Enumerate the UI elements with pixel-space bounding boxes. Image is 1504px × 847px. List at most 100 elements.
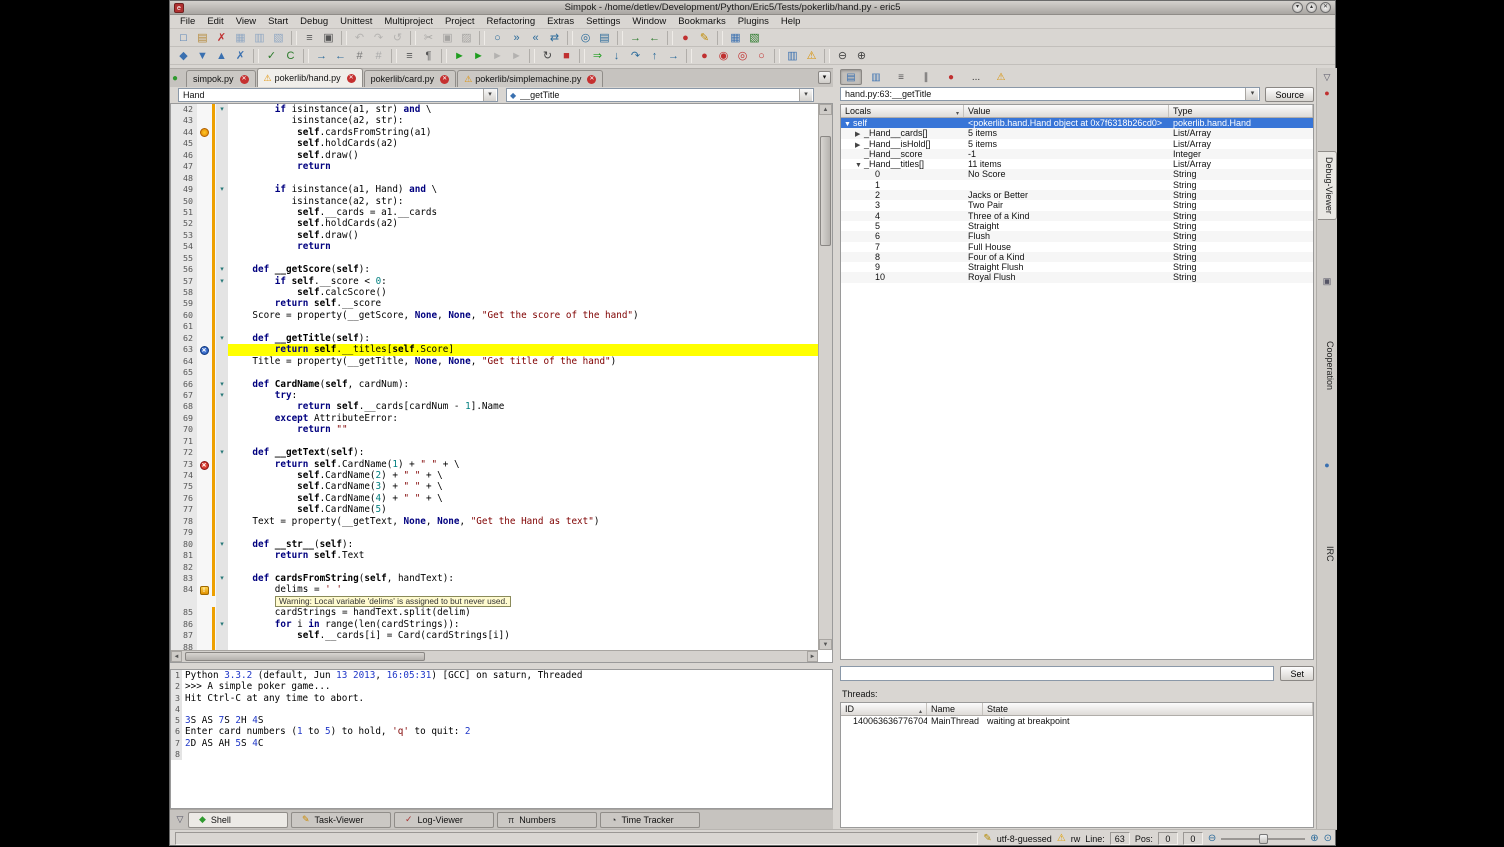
chevron-down-icon[interactable]: ▾ <box>799 89 812 101</box>
save-as-icon[interactable]: ▥ <box>251 30 268 46</box>
collapse-icon[interactable]: ▼ <box>855 161 864 169</box>
show-locals-icon[interactable]: ▥ <box>865 69 887 85</box>
run-to-cursor-icon[interactable]: → <box>665 48 682 64</box>
multiproject-icon[interactable]: ▦ <box>727 30 744 46</box>
locals-header-type[interactable]: Type <box>1169 105 1313 117</box>
filter-icon[interactable]: ▽ <box>1317 72 1337 83</box>
locals-row[interactable]: ▼_Hand__titles[]11 itemsList/Array <box>841 159 1313 169</box>
source-button[interactable]: Source <box>1265 87 1314 102</box>
vscroll-thumb[interactable] <box>820 136 831 246</box>
zoom-slider[interactable] <box>1221 833 1305 845</box>
scroll-up-icon[interactable]: ▲ <box>819 104 832 115</box>
fold-marker[interactable]: ▾ <box>216 276 228 287</box>
bottom-tab-log-viewer[interactable]: ✓Log-Viewer <box>394 812 494 828</box>
shell-panel[interactable]: 1Python 3.3.2 (default, Jun 13 2013, 16:… <box>170 669 833 809</box>
variables-filter-icon[interactable]: ▥ <box>784 48 801 64</box>
sidebar-tab-debug-viewer[interactable]: Debug-Viewer <box>1318 151 1337 220</box>
restart-icon[interactable]: ↻ <box>539 48 556 64</box>
lock-icon[interactable]: ▣ <box>1317 276 1337 287</box>
locals-row[interactable]: 5StraightString <box>841 221 1313 231</box>
fold-marker[interactable]: ▾ <box>216 447 228 458</box>
bottom-tab-shell[interactable]: ◆Shell <box>188 812 288 828</box>
expand-icon[interactable]: ▶ <box>855 141 864 149</box>
sidebar-tab-cooperation[interactable]: Cooperation <box>1318 336 1337 395</box>
fold-marker[interactable]: ▾ <box>216 539 228 550</box>
print-icon[interactable]: ≡ <box>301 30 318 46</box>
class-combo[interactable]: Hand ▾ <box>178 88 498 102</box>
quicksearch-icon[interactable]: ◎ <box>577 30 594 46</box>
threads-header-id[interactable]: ID▴ <box>841 703 927 715</box>
code-editor[interactable]: 42▾ if isinstance(a1, str) and \43 isins… <box>170 103 833 663</box>
fold-marker[interactable]: ▾ <box>216 379 228 390</box>
locals-row[interactable]: 3Two PairString <box>841 200 1313 210</box>
zoom-slider-thumb[interactable] <box>1259 834 1268 844</box>
locals-row[interactable]: 2Jacks or BetterString <box>841 190 1313 200</box>
menu-item-view[interactable]: View <box>230 16 262 27</box>
menu-item-plugins[interactable]: Plugins <box>732 16 775 27</box>
source-combo[interactable]: hand.py:63:__getTitle ▾ <box>840 87 1260 101</box>
breakpoint-prev-icon[interactable]: ◎ <box>734 48 751 64</box>
bookmark-prev-icon[interactable]: ▲ <box>213 48 230 64</box>
locals-row[interactable]: 6FlushString <box>841 231 1313 241</box>
scroll-left-icon[interactable]: ◄ <box>171 651 182 662</box>
member-combo[interactable]: ◆ __getTitle ▾ <box>506 88 814 102</box>
indent-icon[interactable]: → <box>313 48 330 64</box>
breakpoint-next-icon[interactable]: ◉ <box>715 48 732 64</box>
scroll-down-icon[interactable]: ▼ <box>819 639 832 650</box>
filter-icon[interactable]: ▽ <box>172 814 188 825</box>
bookmark-toggle-icon[interactable]: ◆ <box>175 48 192 64</box>
uncomment-icon[interactable]: # <box>370 48 387 64</box>
exceptions-icon[interactable]: ⚠ <box>990 69 1012 85</box>
project-icon[interactable]: ▧ <box>746 30 763 46</box>
report-bug-icon[interactable]: ● <box>677 30 694 46</box>
close-button[interactable]: ✕ <box>1320 2 1331 13</box>
open-icon[interactable]: ▤ <box>194 30 211 46</box>
sidebar-tab-irc[interactable]: IRC <box>1318 541 1337 567</box>
zoom-in-icon[interactable]: ⊕ <box>1310 833 1318 844</box>
search-files-icon[interactable]: ▤ <box>596 30 613 46</box>
breakpoint-clear-icon[interactable]: ○ <box>753 48 770 64</box>
locals-row[interactable]: ▶_Hand__isHold[]5 itemsList/Array <box>841 139 1313 149</box>
paste-icon[interactable]: ▨ <box>458 30 475 46</box>
titlebar[interactable]: e Simpok - /home/detlev/Development/Pyth… <box>170 1 1335 15</box>
locals-row[interactable]: ▶_Hand__cards[]5 itemsList/Array <box>841 128 1313 138</box>
chevron-down-icon[interactable]: ▾ <box>1245 88 1258 100</box>
zoom-in-icon[interactable]: ⊕ <box>853 48 870 64</box>
editor-hscrollbar[interactable]: ◄ ► <box>171 650 818 662</box>
locals-row[interactable]: 7Full HouseString <box>841 242 1313 252</box>
tab-pokerlib-simplemachine-py[interactable]: ⚠pokerlib/simplemachine.py✕ <box>457 70 603 87</box>
fold-marker[interactable]: ▾ <box>216 264 228 275</box>
undo-icon[interactable]: ↶ <box>351 30 368 46</box>
menu-item-settings[interactable]: Settings <box>580 16 626 27</box>
continue-icon[interactable]: ⇒ <box>589 48 606 64</box>
search-prev-icon[interactable]: « <box>527 30 544 46</box>
scroll-right-icon[interactable]: ► <box>807 651 818 662</box>
menu-item-start[interactable]: Start <box>262 16 294 27</box>
tab-pokerlib-card-py[interactable]: pokerlib/card.py✕ <box>364 70 457 87</box>
more-options-icon[interactable]: ... <box>965 69 987 85</box>
menu-item-debug[interactable]: Debug <box>294 16 334 27</box>
syntax-check-icon[interactable]: ✓ <box>263 48 280 64</box>
editor-vscrollbar[interactable]: ▲ ▼ <box>818 104 832 650</box>
run-script-icon[interactable]: ► <box>451 48 468 64</box>
locals-row[interactable]: _Hand__score-1Integer <box>841 149 1313 159</box>
exceptions-filter-icon[interactable]: ⚠ <box>803 48 820 64</box>
collapse-icon[interactable]: ▼ <box>844 120 853 128</box>
debug-project-icon[interactable]: ► <box>508 48 525 64</box>
run-project-icon[interactable]: ► <box>489 48 506 64</box>
unindent-icon[interactable]: ← <box>332 48 349 64</box>
breakpoint-toggle-icon[interactable]: ● <box>696 48 713 64</box>
debug-script-icon[interactable]: ► <box>470 48 487 64</box>
menu-item-extras[interactable]: Extras <box>541 16 580 27</box>
zoom-reset-icon[interactable]: ⊙ <box>1324 833 1332 844</box>
step-over-icon[interactable]: ↷ <box>627 48 644 64</box>
maximize-button[interactable]: ▴ <box>1306 2 1317 13</box>
locals-row[interactable]: 1String <box>841 180 1313 190</box>
threads-header-state[interactable]: State <box>983 703 1313 715</box>
set-button[interactable]: Set <box>1280 666 1314 681</box>
bookmark-clear-icon[interactable]: ✗ <box>232 48 249 64</box>
tab-close-icon[interactable]: ✕ <box>240 75 249 84</box>
locals-header-value[interactable]: Value <box>964 105 1169 117</box>
redo-icon[interactable]: ↷ <box>370 30 387 46</box>
call-stack-icon[interactable]: ≡ <box>890 69 912 85</box>
